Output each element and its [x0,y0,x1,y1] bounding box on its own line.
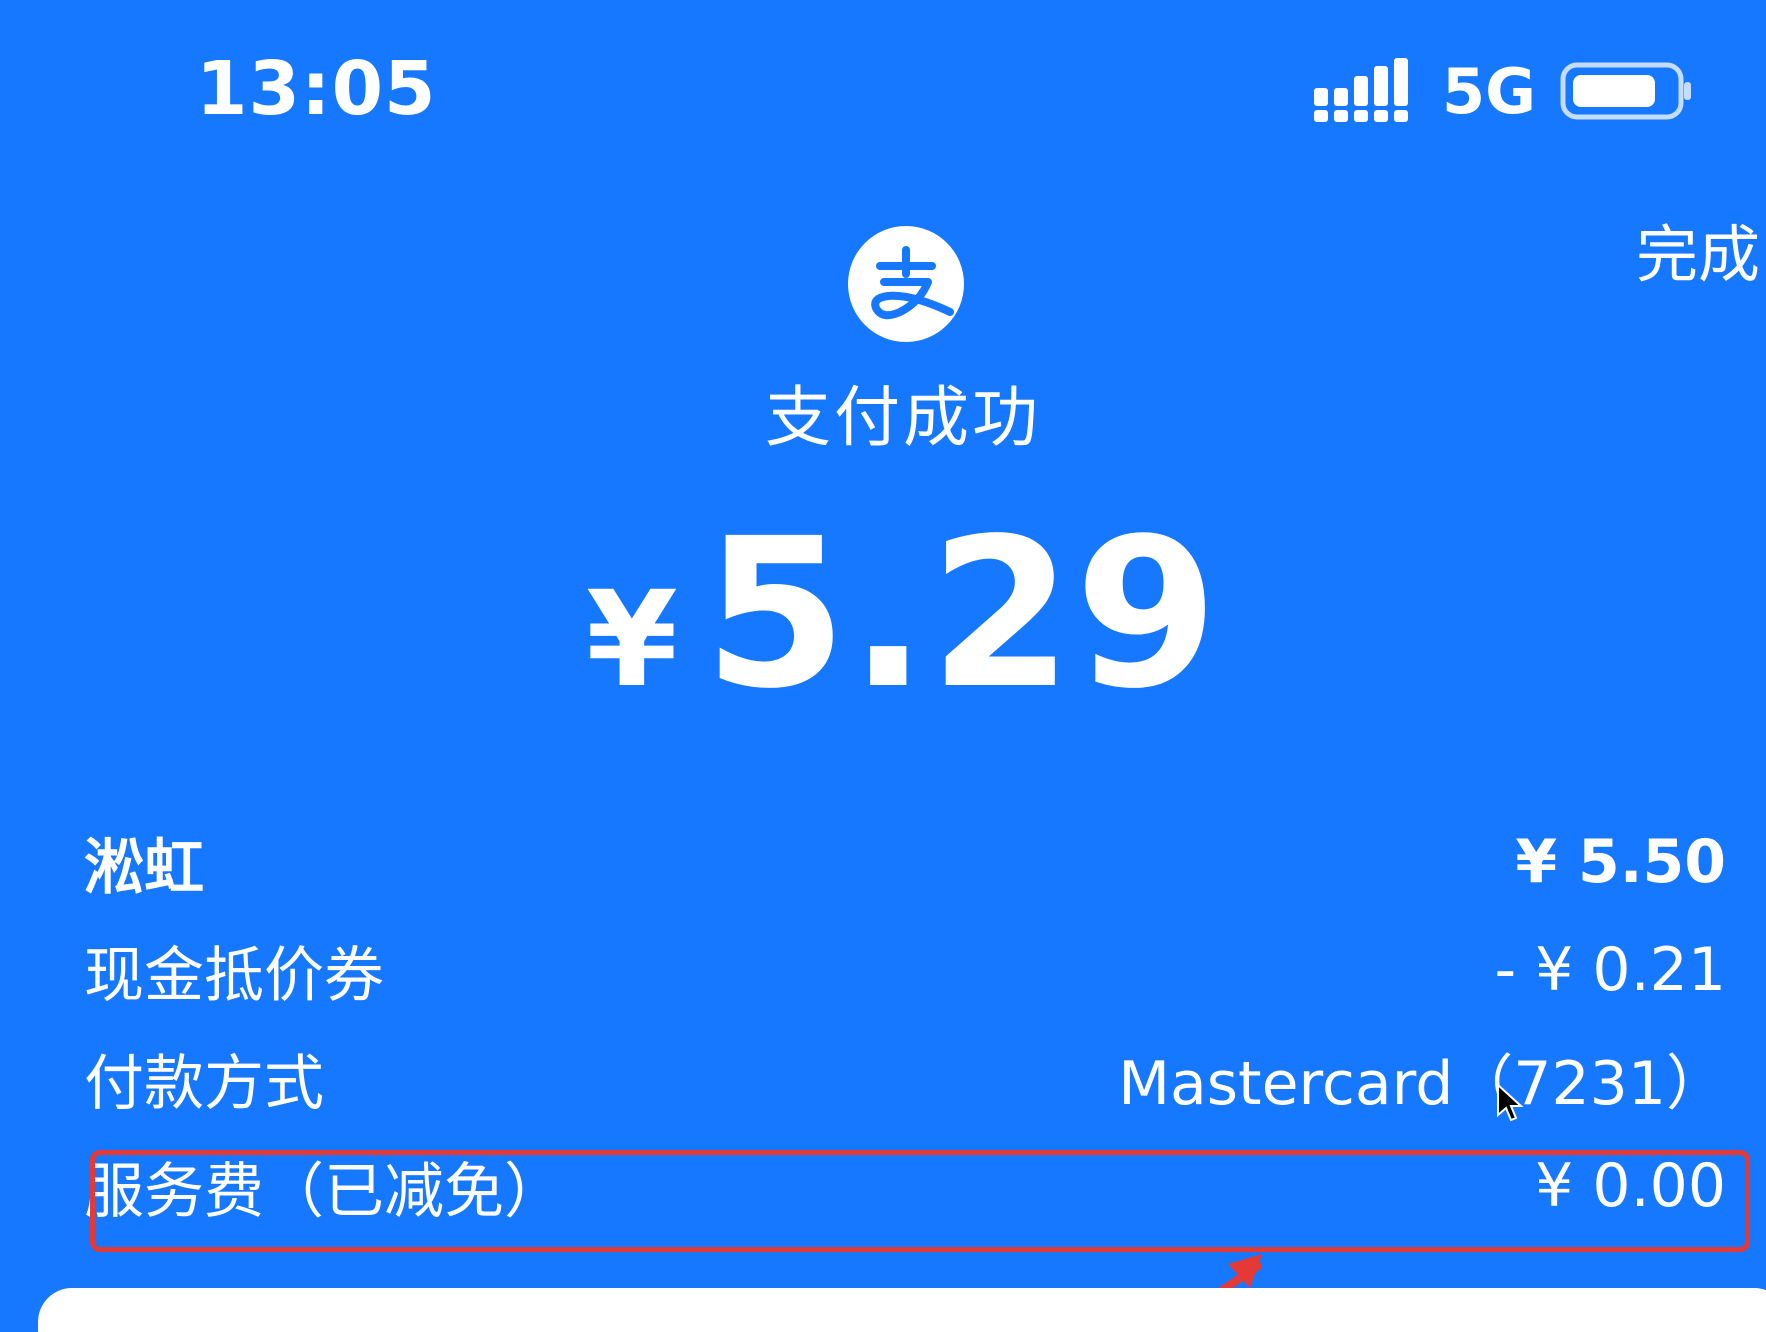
merchant-amount: ¥ 5.50 [1515,827,1726,897]
payment-details: 淞虹 ¥ 5.50 现金抵价券 - ¥ 0.21 付款方式 Mastercard… [84,808,1726,1240]
status-time: 13:05 [196,46,437,132]
mouse-cursor-icon [1497,1083,1524,1122]
detail-row-payment-method: 付款方式 Mastercard（7231） [84,1024,1726,1132]
coupon-label: 现金抵价券 [84,940,384,1011]
payment-amount: ¥ 5.29 [0,494,1766,734]
payment-success-screen: 13:05 5G 完成 支付成功 ¥ 5.29 淞虹 ¥ 5.50 现金抵价券 … [0,0,1766,1332]
payment-status-title: 支付成功 [765,379,1041,456]
detail-row-merchant: 淞虹 ¥ 5.50 [84,808,1726,916]
alipay-logo-icon [848,226,964,342]
detail-row-service-fee: 服务费（已减免） ¥ 0.00 [84,1132,1726,1240]
amount-value: 5.29 [703,494,1221,734]
payment-method-label: 付款方式 [84,1048,324,1119]
service-fee-value: ¥ 0.00 [1535,1151,1726,1221]
currency-symbol: ¥ [585,563,678,717]
merchant-name: 淞虹 [84,832,204,903]
receipt-card [38,1288,1766,1332]
coupon-value: - ¥ 0.21 [1494,935,1726,1005]
done-button[interactable]: 完成 [1636,204,1760,294]
signal-bars-icon [1314,58,1408,122]
network-type: 5G [1442,55,1537,128]
detail-row-coupon: 现金抵价券 - ¥ 0.21 [84,916,1726,1024]
service-fee-label: 服务费（已减免） [84,1156,564,1227]
battery-icon [1560,62,1691,120]
payment-method-value: Mastercard（7231） [1118,1048,1726,1119]
